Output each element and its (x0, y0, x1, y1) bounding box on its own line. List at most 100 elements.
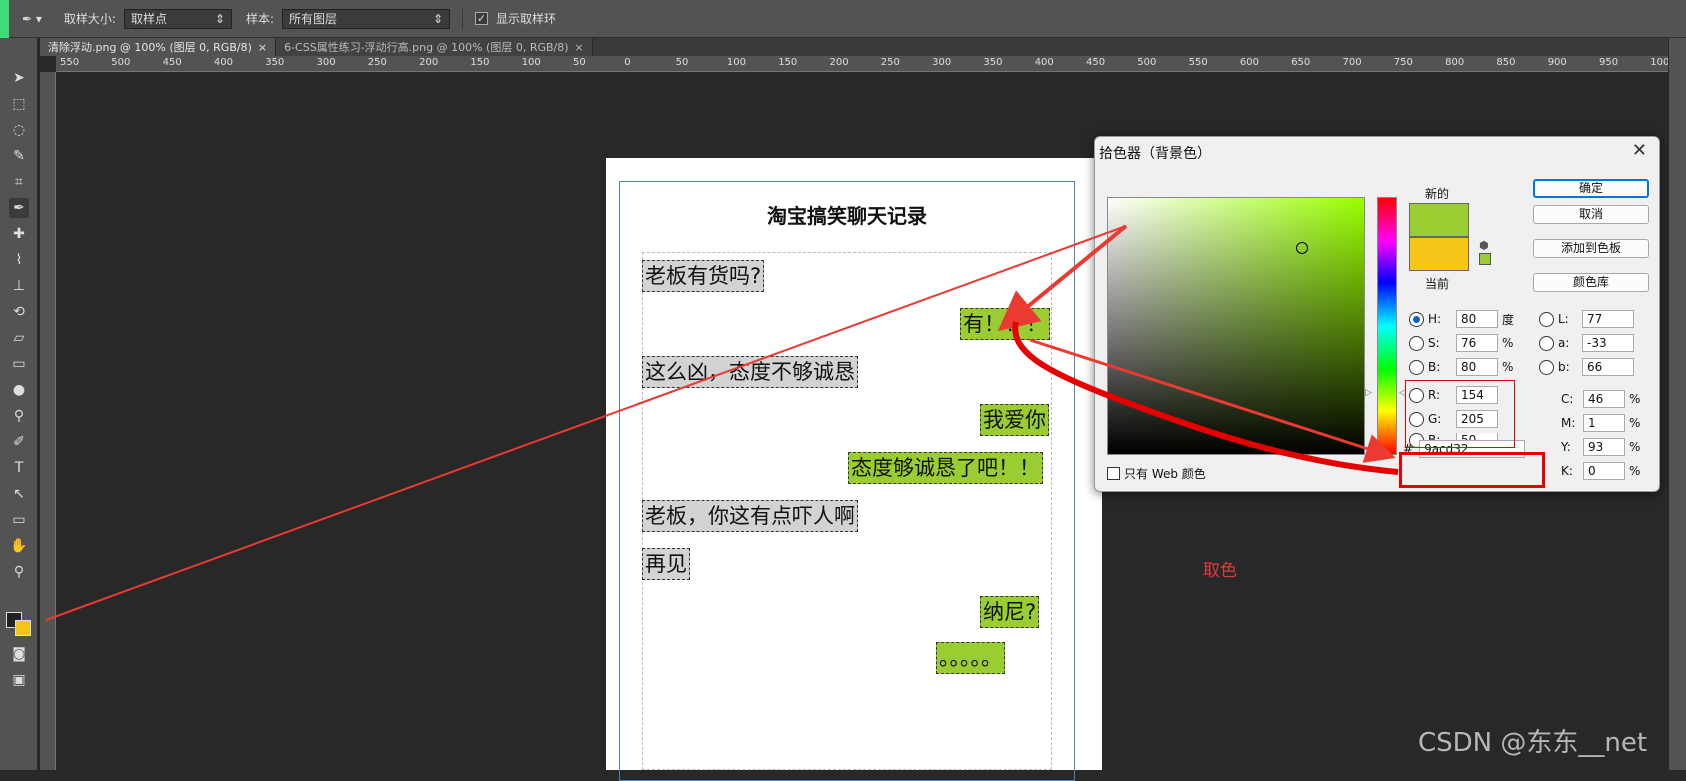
ok-button[interactable]: 确定 (1533, 179, 1649, 198)
blur-tool-icon[interactable]: ● (9, 380, 29, 400)
dodge-tool-icon[interactable]: ⚲ (9, 406, 29, 426)
ruler-tick-label: 550 (60, 57, 80, 68)
eyedropper-tool-icon[interactable]: ✒ (9, 198, 29, 218)
b-radio[interactable] (1409, 359, 1424, 375)
lab-b-input[interactable]: 66 (1582, 358, 1634, 376)
color-libraries-button[interactable]: 颜色库 (1533, 273, 1649, 292)
sample-size-select[interactable]: 取样点 ⇕ (123, 8, 232, 29)
move-tool-icon[interactable]: ➤ (9, 68, 29, 88)
hand-tool-icon[interactable]: ✋ (9, 536, 29, 556)
document-tabs: 清除浮动.png @ 100% (图层 0, RGB/8) × 6-CSS属性练习… (40, 38, 1668, 56)
path-select-icon[interactable]: ↖ (9, 484, 29, 504)
zoom-tool-icon[interactable]: ⚲ (9, 562, 29, 582)
ruler-tick-label: 900 (1547, 57, 1567, 68)
l-row: L: 77 (1539, 309, 1634, 329)
ruler-tick-label: 50 (675, 57, 689, 68)
web-colors-only[interactable]: 只有 Web 颜色 (1107, 465, 1206, 482)
ruler-tick-label: 350 (265, 57, 285, 68)
s-row: S: 76% (1409, 333, 1513, 353)
stamp-tool-icon[interactable]: ⊥ (9, 276, 29, 296)
ruler-tick-label: 400 (213, 57, 233, 68)
sample-size-label: 取样大小: (63, 12, 116, 26)
gradient-tool-icon[interactable]: ▭ (9, 354, 29, 374)
history-brush-icon[interactable]: ⟲ (9, 302, 29, 322)
message-right: 。。。。。 (936, 642, 1005, 674)
eyedropper-icon[interactable]: ✒ ▾ (22, 12, 42, 26)
a-radio[interactable] (1539, 335, 1554, 351)
healing-brush-icon[interactable]: ✚ (9, 224, 29, 244)
right-panel-strip (1668, 38, 1686, 770)
hue-arrow-left-icon[interactable]: ▷ (1365, 388, 1372, 398)
add-to-swatches-button[interactable]: 添加到色板 (1533, 239, 1649, 258)
quick-select-icon[interactable]: ✎ (9, 146, 29, 166)
background-color-swatch[interactable] (15, 620, 31, 636)
close-icon[interactable]: × (575, 41, 584, 54)
ruler-tick-label: 350 (983, 57, 1003, 68)
hex-highlight-box (1399, 452, 1545, 488)
a-input[interactable]: -33 (1582, 334, 1634, 352)
l-input[interactable]: 77 (1582, 310, 1634, 328)
lasso-tool-icon[interactable]: ◌ (9, 120, 29, 140)
ruler-tick-label: 100 (726, 57, 746, 68)
eraser-tool-icon[interactable]: ▱ (9, 328, 29, 348)
ruler-tick-label: 700 (1342, 57, 1362, 68)
ruler-tick-label: 500 (111, 57, 131, 68)
h-input[interactable]: 80 (1456, 310, 1498, 328)
web-safe-swatch[interactable] (1479, 253, 1491, 265)
brush-tool-icon[interactable]: ⌇ (9, 250, 29, 270)
quick-mask-icon[interactable]: ◙ (9, 644, 29, 664)
ruler-tick-label: 750 (1393, 57, 1413, 68)
ruler-tick-label: 300 (316, 57, 336, 68)
rgb-highlight-box (1405, 380, 1515, 448)
dialog-title: 拾色器（背景色） (1099, 146, 1211, 162)
sample-select[interactable]: 所有图层 ⇕ (282, 8, 450, 29)
m-input[interactable]: 1 (1583, 414, 1625, 432)
ruler-tick-label: 250 (880, 57, 900, 68)
web-colors-checkbox[interactable] (1107, 467, 1120, 480)
ruler-tick-label: 200 (419, 57, 439, 68)
shape-tool-icon[interactable]: ▭ (9, 510, 29, 530)
lab-b-radio[interactable] (1539, 359, 1554, 375)
k-row: K: 0% (1561, 462, 1641, 480)
c-input[interactable]: 46 (1583, 390, 1625, 408)
ruler-tick-label: 450 (1086, 57, 1106, 68)
ruler-tick-label: 250 (367, 57, 387, 68)
crop-tool-icon[interactable]: ⌗ (9, 172, 29, 192)
tab-clear-float[interactable]: 清除浮动.png @ 100% (图层 0, RGB/8) × (40, 38, 277, 56)
message-right: 态度够诚恳了吧！！ (848, 452, 1043, 484)
ruler-tick-label: 450 (162, 57, 182, 68)
color-field[interactable] (1107, 197, 1365, 455)
ruler-tick-label: 400 (1034, 57, 1054, 68)
cube-icon[interactable]: ⬢ (1479, 239, 1489, 252)
close-icon[interactable]: ✕ (1632, 140, 1647, 161)
ruler-tick-label: 150 (470, 57, 490, 68)
cancel-button[interactable]: 取消 (1533, 205, 1649, 224)
type-tool-icon[interactable]: T (9, 458, 29, 478)
ruler-tick-label: 650 (1291, 57, 1311, 68)
b-input[interactable]: 80 (1456, 358, 1498, 376)
pen-tool-icon[interactable]: ✐ (9, 432, 29, 452)
k-input[interactable]: 0 (1583, 462, 1625, 480)
s-radio[interactable] (1409, 335, 1424, 351)
ruler-tick-label: 200 (829, 57, 849, 68)
tools-panel: ➤ ⬚ ◌ ✎ ⌗ ✒ ✚ ⌇ ⊥ ⟲ ▱ ▭ ● ⚲ ✐ T ↖ ▭ ✋ ⚲ … (0, 38, 38, 770)
chat-title: 淘宝搞笑聊天记录 (767, 204, 927, 228)
show-ring-checkbox[interactable]: ✓ (475, 12, 488, 25)
show-ring-label: 显示取样环 (496, 12, 557, 26)
screen-mode-icon[interactable]: ▣ (9, 670, 29, 690)
color-field-cursor[interactable] (1296, 242, 1308, 254)
watermark: CSDN @东东__net (1418, 728, 1648, 758)
tab-css-float[interactable]: 6-CSS属性练习-浮动行高.png @ 100% (图层 0, RGB/8) × (276, 38, 593, 56)
close-icon[interactable]: × (258, 41, 267, 54)
marquee-tool-icon[interactable]: ⬚ (9, 94, 29, 114)
h-radio[interactable] (1409, 311, 1424, 327)
ruler-tick-label: 1000 (1650, 57, 1668, 68)
l-radio[interactable] (1539, 311, 1554, 327)
hue-slider[interactable] (1377, 197, 1397, 455)
current-color-swatch[interactable] (1409, 237, 1469, 271)
new-color-swatch (1409, 203, 1469, 237)
ruler-tick-label: 500 (1137, 57, 1157, 68)
y-input[interactable]: 93 (1583, 438, 1625, 456)
s-input[interactable]: 76 (1456, 334, 1498, 352)
ruler-tick-label: 800 (1445, 57, 1465, 68)
